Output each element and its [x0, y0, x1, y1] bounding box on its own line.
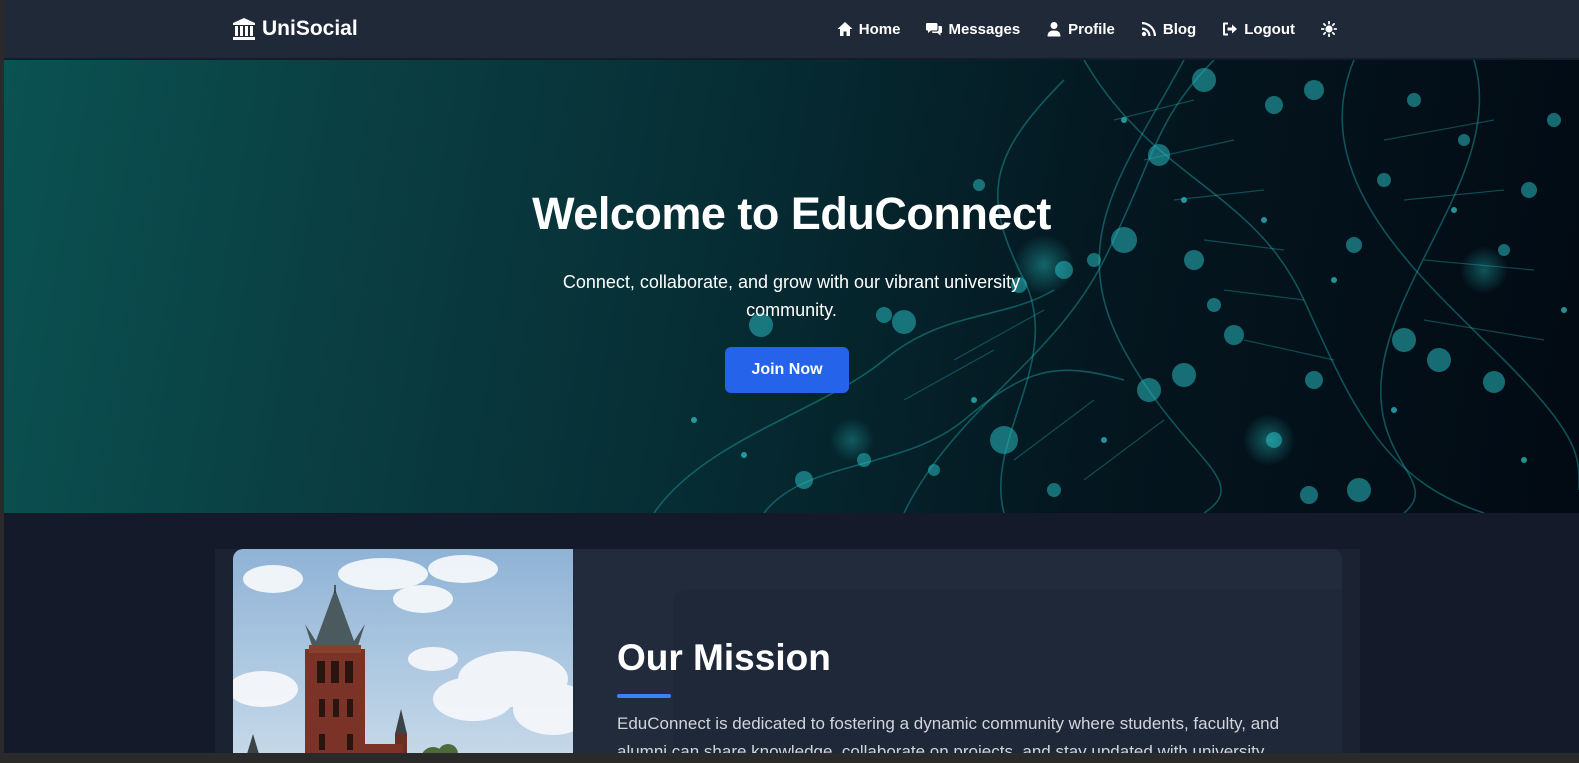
theme-toggle-button[interactable]	[1321, 21, 1337, 37]
nav-blog-label: Blog	[1162, 20, 1197, 38]
user-icon	[1047, 22, 1061, 37]
join-now-button[interactable]: Join Now	[725, 347, 849, 393]
nav-home-label: Home	[858, 20, 901, 38]
blog-icon	[1141, 22, 1156, 37]
nav-messages-label: Messages	[948, 20, 1021, 38]
university-icon	[233, 18, 255, 40]
hero-subtitle: Connect, collaborate, and grow with our …	[562, 272, 1021, 320]
mission-text: EduConnect is dedicated to fostering a d…	[617, 714, 1280, 753]
nav-profile[interactable]: Profile	[1046, 21, 1115, 38]
mission-title-underline	[617, 694, 671, 698]
main-nav: Home Messages Profile Blog Logout	[837, 17, 1337, 41]
mission-card: Our Mission EduConnect is dedicated to f…	[233, 549, 1342, 753]
mission-section: Our Mission EduConnect is dedicated to f…	[215, 549, 1360, 753]
brand-logo[interactable]: UniSocial	[232, 15, 358, 43]
campus-tower-photo	[233, 549, 573, 753]
logout-icon	[1223, 22, 1238, 36]
sun-icon	[1321, 21, 1337, 37]
brand-name: UniSocial	[262, 17, 358, 40]
nav-messages[interactable]: Messages	[926, 21, 1020, 38]
nav-profile-label: Profile	[1068, 20, 1115, 38]
navbar: UniSocial Home Messages Profile Blog Log…	[4, 0, 1579, 59]
nav-logout[interactable]: Logout	[1222, 21, 1295, 38]
nav-home[interactable]: Home	[837, 20, 901, 38]
nav-logout-label: Logout	[1244, 20, 1295, 38]
nav-blog[interactable]: Blog	[1141, 21, 1196, 38]
browser-viewport: UniSocial Home Messages Profile Blog Log…	[4, 0, 1579, 753]
mission-title: Our Mission	[617, 637, 831, 678]
hero-section: Welcome to EduConnect Connect, collabora…	[4, 60, 1579, 513]
hero-title: Welcome to EduConnect	[532, 188, 1051, 239]
home-icon	[837, 22, 853, 36]
comments-icon	[926, 23, 943, 36]
